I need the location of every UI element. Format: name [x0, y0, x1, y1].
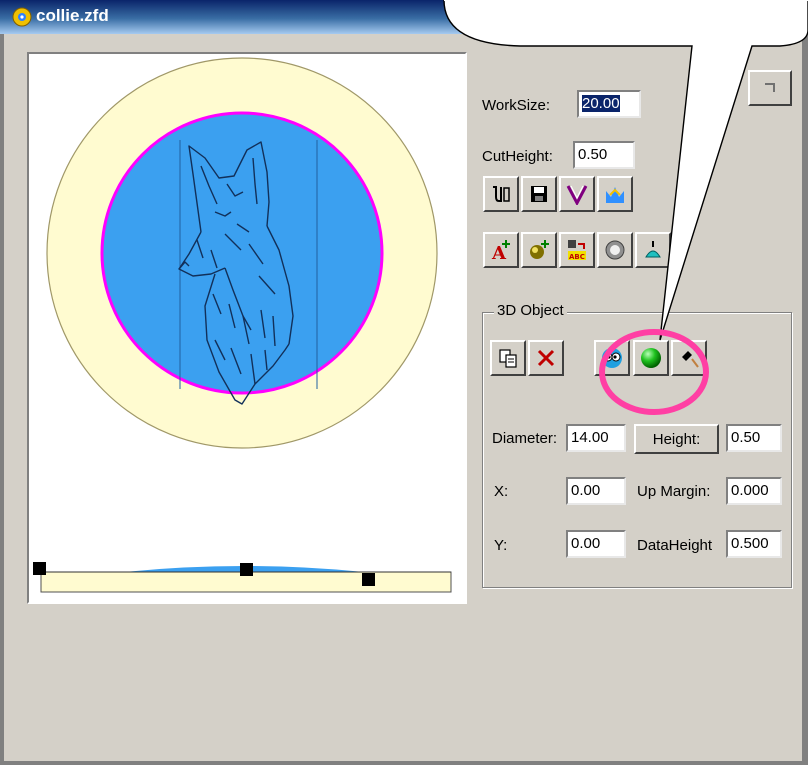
- eyes-icon: [602, 348, 622, 368]
- diameter-input[interactable]: 14.00: [566, 424, 626, 452]
- worksize-input[interactable]: 20.00: [577, 90, 641, 118]
- cutheight-input[interactable]: 0.50: [573, 141, 635, 169]
- svg-text:ABC: ABC: [569, 253, 585, 261]
- dataheight-label: DataHeight: [637, 537, 713, 554]
- svg-text:A: A: [491, 243, 507, 262]
- window-frame-bottom: [0, 761, 808, 765]
- arrow-icon: [765, 83, 775, 92]
- circle-icon: [605, 240, 625, 260]
- pan-button[interactable]: [748, 70, 792, 106]
- dataheight-input[interactable]: 0.500: [726, 530, 782, 558]
- relief-disc: [100, 111, 384, 395]
- relief-button[interactable]: [597, 176, 633, 212]
- copy-button[interactable]: [490, 340, 526, 376]
- app-icon: [12, 7, 32, 27]
- brush-icon: [682, 351, 699, 368]
- window-frame-right: [802, 0, 808, 765]
- preview-canvas[interactable]: [27, 52, 467, 604]
- 3d-object-group-title: 3D Object: [494, 302, 567, 319]
- text-abc-button[interactable]: ABC: [559, 232, 595, 268]
- y-input[interactable]: 0.00: [566, 530, 626, 558]
- window-title: collie.zfd: [36, 6, 109, 25]
- up-margin-input[interactable]: 0.000: [726, 477, 782, 505]
- up-margin-label: Up Margin:: [637, 483, 711, 500]
- text-abc-icon: ABC: [568, 240, 586, 261]
- add-text-button[interactable]: A: [483, 232, 519, 268]
- diameter-label: Diameter:: [492, 430, 558, 447]
- delete-button[interactable]: [528, 340, 564, 376]
- height-button[interactable]: Height:: [634, 424, 719, 454]
- profile-handle-left[interactable]: [33, 562, 46, 575]
- delete-icon: [537, 349, 555, 367]
- relief-icon: [606, 187, 624, 203]
- tool-select-icon: [493, 186, 510, 202]
- save-icon: [531, 186, 547, 202]
- sphere-button[interactable]: [633, 340, 669, 376]
- green-sphere-icon: [641, 348, 661, 368]
- application-window: collie.zfd WorkSize: 20.00 CutHeight: 0.…: [0, 0, 808, 765]
- brush-button[interactable]: [671, 340, 707, 376]
- add-object-icon: [530, 240, 549, 259]
- circle-button[interactable]: [597, 232, 633, 268]
- x-label: X:: [494, 483, 509, 500]
- x-input[interactable]: 0.00: [566, 477, 626, 505]
- add-text-icon: A: [491, 240, 510, 262]
- height-input[interactable]: 0.50: [726, 424, 782, 452]
- profile-handle-right[interactable]: [362, 573, 375, 586]
- window-frame-left: [0, 34, 4, 765]
- profile-handle-center[interactable]: [240, 563, 253, 576]
- title-bar[interactable]: collie.zfd: [0, 0, 808, 34]
- relief-preview: [33, 57, 452, 593]
- v-carve-icon: [566, 185, 588, 205]
- eyes-button[interactable]: [594, 340, 630, 376]
- copy-icon: [499, 349, 517, 368]
- v-carve-button[interactable]: [559, 176, 595, 212]
- y-label: Y:: [494, 537, 508, 554]
- worksize-label: WorkSize:: [482, 97, 551, 114]
- shape-icon: [645, 241, 661, 258]
- save-button[interactable]: [521, 176, 557, 212]
- add-object-button[interactable]: [521, 232, 557, 268]
- cutheight-label: CutHeight:: [482, 148, 553, 165]
- shape-button[interactable]: [635, 232, 671, 268]
- tool-select-button[interactable]: [483, 176, 519, 212]
